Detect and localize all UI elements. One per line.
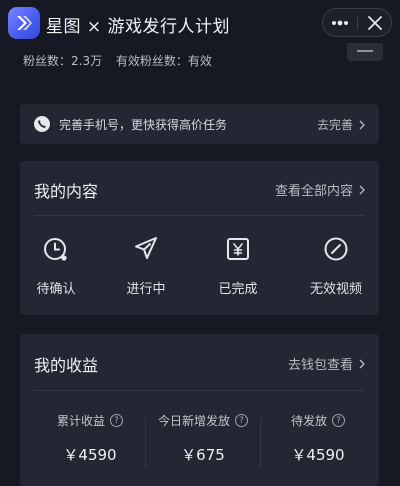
- chevron-right-icon: [359, 359, 365, 368]
- income-divider: [34, 390, 365, 391]
- more-dots-icon: [332, 20, 348, 25]
- status-label: 无效视频: [309, 282, 362, 297]
- stat-value: ￥675: [181, 446, 225, 464]
- collapse-handle[interactable]: [347, 43, 383, 61]
- invalid-icon: [322, 235, 350, 263]
- view-all-content-label: 查看全部内容: [274, 184, 353, 199]
- valid-fans-count: 有效粉丝数：有效: [115, 54, 212, 68]
- status-label: 进行中: [126, 282, 166, 297]
- wallet-link[interactable]: 去钱包查看: [288, 354, 365, 373]
- help-icon[interactable]: ?: [235, 414, 248, 427]
- phone-banner-text: 完善手机号，更快获得高价任务: [59, 118, 228, 132]
- stat-value: ￥4590: [63, 446, 117, 464]
- help-icon[interactable]: ?: [110, 414, 123, 427]
- stat-name: 今日新增发放: [157, 414, 230, 428]
- stat-value: ￥4590: [291, 446, 345, 464]
- chevron-right-icon: [359, 185, 365, 194]
- status-pending-confirm[interactable]: 待确认: [16, 235, 96, 303]
- my-content-card: 我的内容 查看全部内容 待确认 进行中 已完成 无效视频: [20, 161, 379, 315]
- close-icon: [368, 15, 382, 30]
- stat-name: 累计收益: [56, 414, 105, 428]
- complete-phone-link[interactable]: 去完善: [317, 116, 365, 133]
- my-income-title: 我的收益: [34, 356, 99, 375]
- status-label: 待确认: [36, 282, 76, 297]
- my-income-card: 我的收益 去钱包查看 累计收益 ? ￥4590 今日新增发放 ? ￥675 待发…: [20, 334, 379, 486]
- clock-icon: [42, 235, 70, 263]
- status-invalid-video[interactable]: 无效视频: [296, 235, 376, 303]
- phone-icon: [34, 116, 50, 132]
- more-button[interactable]: [323, 9, 357, 36]
- fans-info: 粉丝数：2.3万 有效粉丝数：有效: [23, 52, 222, 69]
- my-content-title: 我的内容: [34, 182, 99, 201]
- content-divider: [34, 215, 365, 216]
- status-completed[interactable]: 已完成: [198, 235, 278, 303]
- fans-count: 粉丝数：2.3万: [23, 54, 103, 68]
- send-icon: [132, 235, 160, 263]
- stat-pending-payout: 待发放 ? ￥4590: [268, 412, 368, 465]
- page-title: 星图 × 游戏发行人计划: [46, 17, 231, 37]
- phone-banner[interactable]: 完善手机号，更快获得高价任务 去完善: [20, 104, 379, 144]
- status-label: 已完成: [218, 282, 258, 297]
- top-bar: 星图 × 游戏发行人计划: [0, 0, 400, 46]
- stat-total-income: 累计收益 ? ￥4590: [40, 412, 140, 465]
- help-icon[interactable]: ?: [332, 414, 345, 427]
- close-button[interactable]: [358, 9, 392, 36]
- complete-phone-label: 去完善: [316, 118, 353, 132]
- view-all-content-link[interactable]: 查看全部内容: [275, 180, 365, 199]
- window-capsule: [322, 8, 392, 37]
- stat-divider: [145, 418, 146, 468]
- stat-name: 待发放: [290, 414, 327, 428]
- yen-tag-icon: [224, 235, 252, 263]
- app-logo-icon: [8, 7, 40, 39]
- status-in-progress[interactable]: 进行中: [106, 235, 186, 303]
- stat-divider: [260, 418, 261, 468]
- wallet-link-label: 去钱包查看: [287, 358, 353, 373]
- stat-today-new-payout: 今日新增发放 ? ￥675: [153, 412, 253, 465]
- chevron-right-icon: [359, 120, 365, 129]
